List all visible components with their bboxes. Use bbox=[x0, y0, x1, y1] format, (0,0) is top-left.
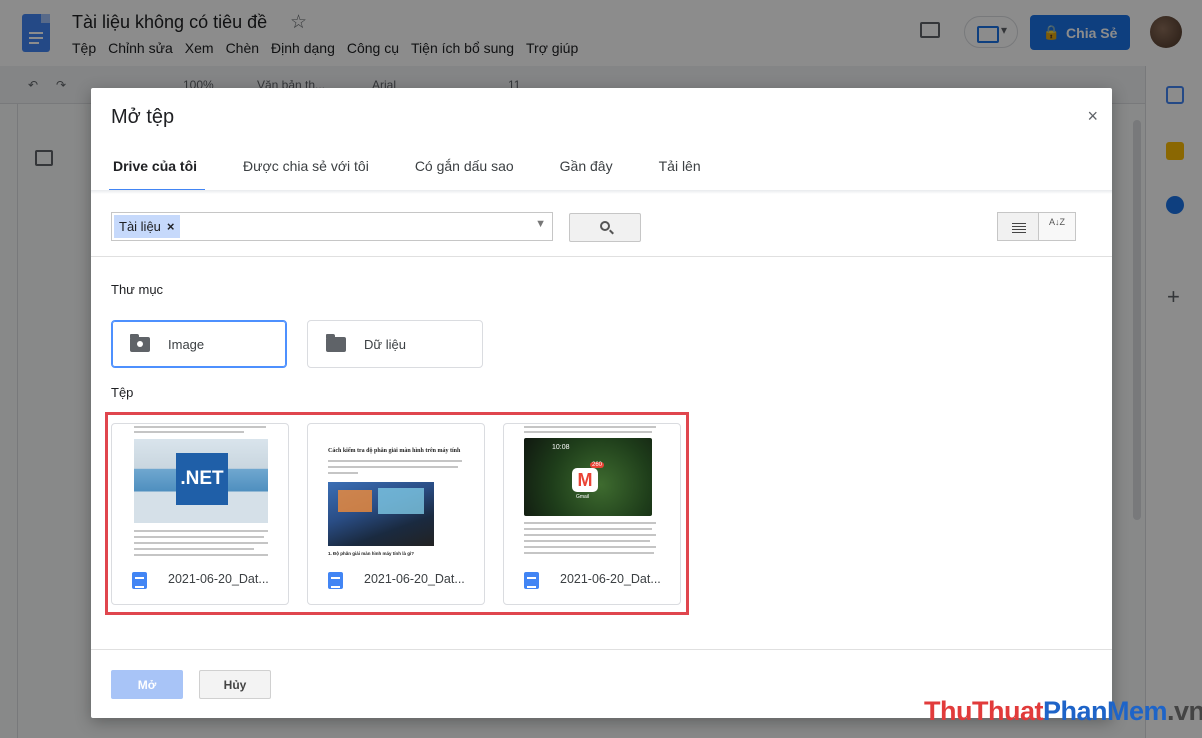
filter-chip: Tài liệu × bbox=[114, 215, 180, 238]
open-file-dialog: Mở tệp × Drive của tôi Được chia sẻ với … bbox=[91, 88, 1112, 718]
tab-starred[interactable]: Có gắn dấu sao bbox=[411, 148, 518, 192]
shared-folder-icon bbox=[130, 334, 150, 352]
sort-az-button[interactable]: A↓Z bbox=[1038, 212, 1076, 241]
close-icon[interactable]: × bbox=[1087, 106, 1098, 127]
search-input[interactable]: Tài liệu × ▼ bbox=[111, 212, 553, 241]
folder-du-lieu[interactable]: Dữ liệu bbox=[307, 320, 483, 368]
folder-image[interactable]: Image bbox=[111, 320, 287, 368]
filter-chip-label: Tài liệu bbox=[119, 219, 161, 234]
watermark-logo: ThuThuatPhanMem.vn bbox=[924, 696, 1202, 726]
tab-recent[interactable]: Gần đây bbox=[556, 148, 617, 192]
list-view-button[interactable] bbox=[997, 212, 1039, 241]
folder-icon bbox=[326, 334, 346, 352]
search-icon bbox=[600, 221, 610, 231]
remove-chip-icon[interactable]: × bbox=[167, 219, 175, 234]
folders-heading: Thư mục bbox=[111, 282, 164, 297]
files-heading: Tệp bbox=[111, 385, 134, 400]
dialog-tabs: Drive của tôi Được chia sẻ với tôi Có gắ… bbox=[109, 148, 743, 192]
divider bbox=[91, 256, 1112, 257]
search-options-dropdown-icon[interactable]: ▼ bbox=[535, 218, 546, 230]
cancel-button[interactable]: Hủy bbox=[199, 670, 271, 699]
search-button[interactable] bbox=[569, 213, 641, 242]
folder-name: Image bbox=[168, 337, 205, 352]
tab-my-drive[interactable]: Drive của tôi bbox=[109, 148, 206, 192]
tabs-divider bbox=[91, 190, 1112, 194]
highlight-annotation bbox=[105, 412, 689, 615]
tab-shared-with-me[interactable]: Được chia sẻ với tôi bbox=[235, 148, 377, 192]
open-button[interactable]: Mở bbox=[111, 670, 183, 699]
folder-name: Dữ liệu bbox=[364, 337, 406, 352]
dialog-title: Mở tệp bbox=[111, 106, 175, 128]
divider bbox=[91, 649, 1112, 650]
tab-upload[interactable]: Tải lên bbox=[655, 148, 705, 192]
